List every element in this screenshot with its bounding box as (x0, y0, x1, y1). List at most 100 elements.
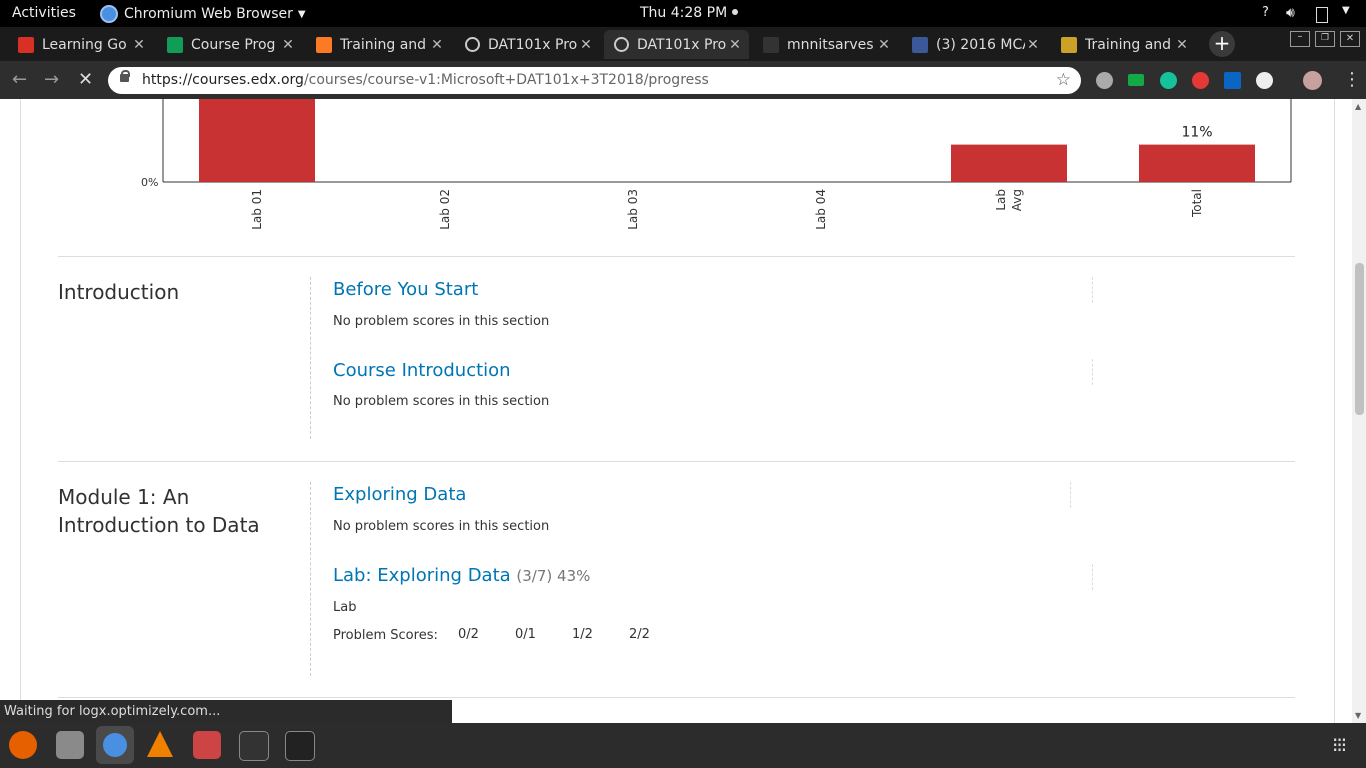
x-tick-label: Lab 01 (250, 189, 264, 230)
tab-7[interactable]: (3) 2016 MCA ✕ (902, 30, 1047, 59)
f8-icon (167, 36, 183, 53)
app-name: Chromium Web Browser (124, 6, 293, 22)
activities-button[interactable]: Activities (12, 5, 76, 21)
section-module-1: Module 1: An Introduction to Data Explor… (58, 461, 1295, 698)
browser-toolbar: ← → ✕ https://courses.edx.org/courses/co… (0, 61, 1366, 99)
bar-value-label: 11% (1181, 125, 1212, 141)
system-monitor-icon[interactable] (239, 731, 269, 761)
terminal-icon[interactable] (285, 731, 315, 761)
section-title: Introduction (58, 280, 180, 304)
bar-total (1139, 144, 1255, 182)
section-introduction: Introduction Before You Start No problem… (58, 256, 1295, 461)
tab-title: DAT101x Pro (637, 36, 727, 53)
section-title: Module 1: An Introduction to Data (58, 485, 260, 537)
status-text: Waiting for logx.optimizely.com... (4, 704, 221, 719)
section-divider (310, 277, 311, 439)
close-tab-icon[interactable]: ✕ (1025, 37, 1041, 53)
loading-icon (614, 37, 629, 52)
app-menu[interactable]: Chromium Web Browser ▼ (100, 5, 306, 23)
cast-icon[interactable] (1128, 74, 1144, 86)
close-tab-icon[interactable]: ✕ (727, 37, 743, 53)
page-content: 0% 11% Lab 01 Lab 02 Lab 03 Lab 04 Lab Avg Tot… (0, 99, 1366, 723)
volume-icon[interactable]: 🔊︎ (1286, 5, 1295, 21)
scrollbar-thumb[interactable] (1355, 263, 1364, 415)
forward-icon[interactable]: → (44, 69, 59, 90)
subsection-link-lab-exploring-data[interactable]: Lab: Exploring Data (3/7) 43% (333, 565, 590, 586)
taskbar-dock: ⁝⁝⁝ (0, 723, 1366, 768)
grammarly-icon[interactable] (1160, 72, 1177, 89)
notification-dot-icon (732, 9, 738, 15)
close-tab-icon[interactable]: ✕ (280, 37, 296, 53)
tab-4[interactable]: DAT101x Pro ✕ (455, 30, 600, 59)
problem-score: 2/2 (629, 627, 650, 642)
tab-1[interactable]: Learning Go ✕ (8, 30, 153, 59)
subsection-link-exploring-data[interactable]: Exploring Data (333, 484, 466, 505)
tab-title: Training and (340, 36, 427, 53)
menu-dots-icon[interactable]: ⋮ (1343, 69, 1361, 90)
battery-icon[interactable] (1316, 7, 1328, 23)
close-tab-icon[interactable]: ✕ (131, 37, 147, 53)
chart-bars: 11% (199, 99, 1255, 182)
bar-lab-avg (951, 144, 1067, 182)
tab-title: mnnitsarves (787, 36, 874, 53)
power-menu-icon[interactable]: ▼ (1342, 5, 1350, 16)
record-icon[interactable] (1192, 72, 1209, 89)
address-bar[interactable]: https://courses.edx.org/courses/course-v… (108, 67, 1081, 94)
close-tab-icon[interactable]: ✕ (1174, 37, 1190, 53)
page-scrollbar[interactable]: ▲ ▼ (1352, 99, 1366, 723)
bookmark-star-icon[interactable]: ☆ (1056, 70, 1071, 90)
divider (1092, 277, 1093, 303)
back-icon[interactable]: ← (12, 69, 27, 90)
url-text: https://courses.edx.org/courses/course-v… (142, 72, 709, 88)
minimize-icon[interactable]: – (1290, 31, 1310, 47)
settings-icon[interactable] (193, 731, 221, 759)
subsection-note: No problem scores in this section (333, 519, 550, 534)
tab-5[interactable]: DAT101x Pro ✕ (604, 30, 749, 59)
scroll-down-icon[interactable]: ▼ (1355, 711, 1361, 720)
x-tick-label: Lab 02 (438, 189, 452, 230)
system-top-bar: Activities Chromium Web Browser ▼ Thu 4:… (0, 0, 1366, 27)
avatar[interactable] (1303, 71, 1322, 90)
problem-score: 1/2 (572, 627, 593, 642)
tab-strip: Learning Go ✕ Course Prog ✕ Training and ✕ DAT… (0, 27, 1366, 61)
chromium-icon (100, 5, 118, 23)
chromium-logo-icon (103, 733, 127, 757)
clock[interactable]: Thu 4:28 PM (640, 5, 727, 21)
extension-icon[interactable] (1096, 72, 1113, 89)
firefox-icon[interactable] (9, 731, 37, 759)
tab-6[interactable]: mnnitsarves ✕ (753, 30, 898, 59)
section-divider (310, 482, 311, 676)
vlc-icon[interactable] (147, 731, 173, 757)
subsection-note: No problem scores in this section (333, 314, 550, 329)
tab-title: Course Prog (191, 36, 276, 53)
loading-icon (465, 37, 480, 52)
subsection-link-course-introduction[interactable]: Course Introduction (333, 360, 511, 381)
y-tick-label: 0% (141, 176, 158, 189)
files-icon[interactable] (56, 731, 84, 759)
lock-shackle-icon (121, 70, 130, 77)
tab-2[interactable]: Course Prog ✕ (157, 30, 302, 59)
url-host: https://courses.edx.org (142, 72, 304, 88)
grade-chart: 0% 11% Lab 01 Lab 02 Lab 03 Lab 04 Lab Avg Tot… (141, 99, 1292, 230)
close-window-icon[interactable]: ✕ (1340, 31, 1360, 47)
gmail-icon (18, 36, 34, 53)
tab-3[interactable]: Training and ✕ (306, 30, 451, 59)
emblem-icon (1061, 36, 1077, 53)
restore-icon[interactable]: ❐ (1315, 31, 1335, 47)
subsection-link-before-you-start[interactable]: Before You Start (333, 279, 478, 300)
close-tab-icon[interactable]: ✕ (429, 37, 445, 53)
show-apps-icon[interactable]: ⁝⁝⁝ (1332, 733, 1347, 757)
speed-icon[interactable] (1256, 72, 1273, 89)
subsection-title[interactable]: Lab: Exploring Data (333, 565, 511, 586)
problem-scores-label: Problem Scores: (333, 628, 438, 643)
tab-title: (3) 2016 MCA (936, 36, 1025, 53)
close-tab-icon[interactable]: ✕ (876, 37, 892, 53)
linkedin-icon[interactable] (1224, 72, 1241, 89)
close-tab-icon[interactable]: ✕ (578, 37, 594, 53)
new-tab-button[interactable]: + (1209, 31, 1235, 57)
tab-8[interactable]: Training and ✕ (1051, 30, 1196, 59)
stop-icon[interactable]: ✕ (78, 69, 93, 90)
bar-lab-01 (199, 99, 315, 182)
help-icon[interactable]: ? (1262, 5, 1269, 20)
scroll-up-icon[interactable]: ▲ (1355, 102, 1361, 111)
